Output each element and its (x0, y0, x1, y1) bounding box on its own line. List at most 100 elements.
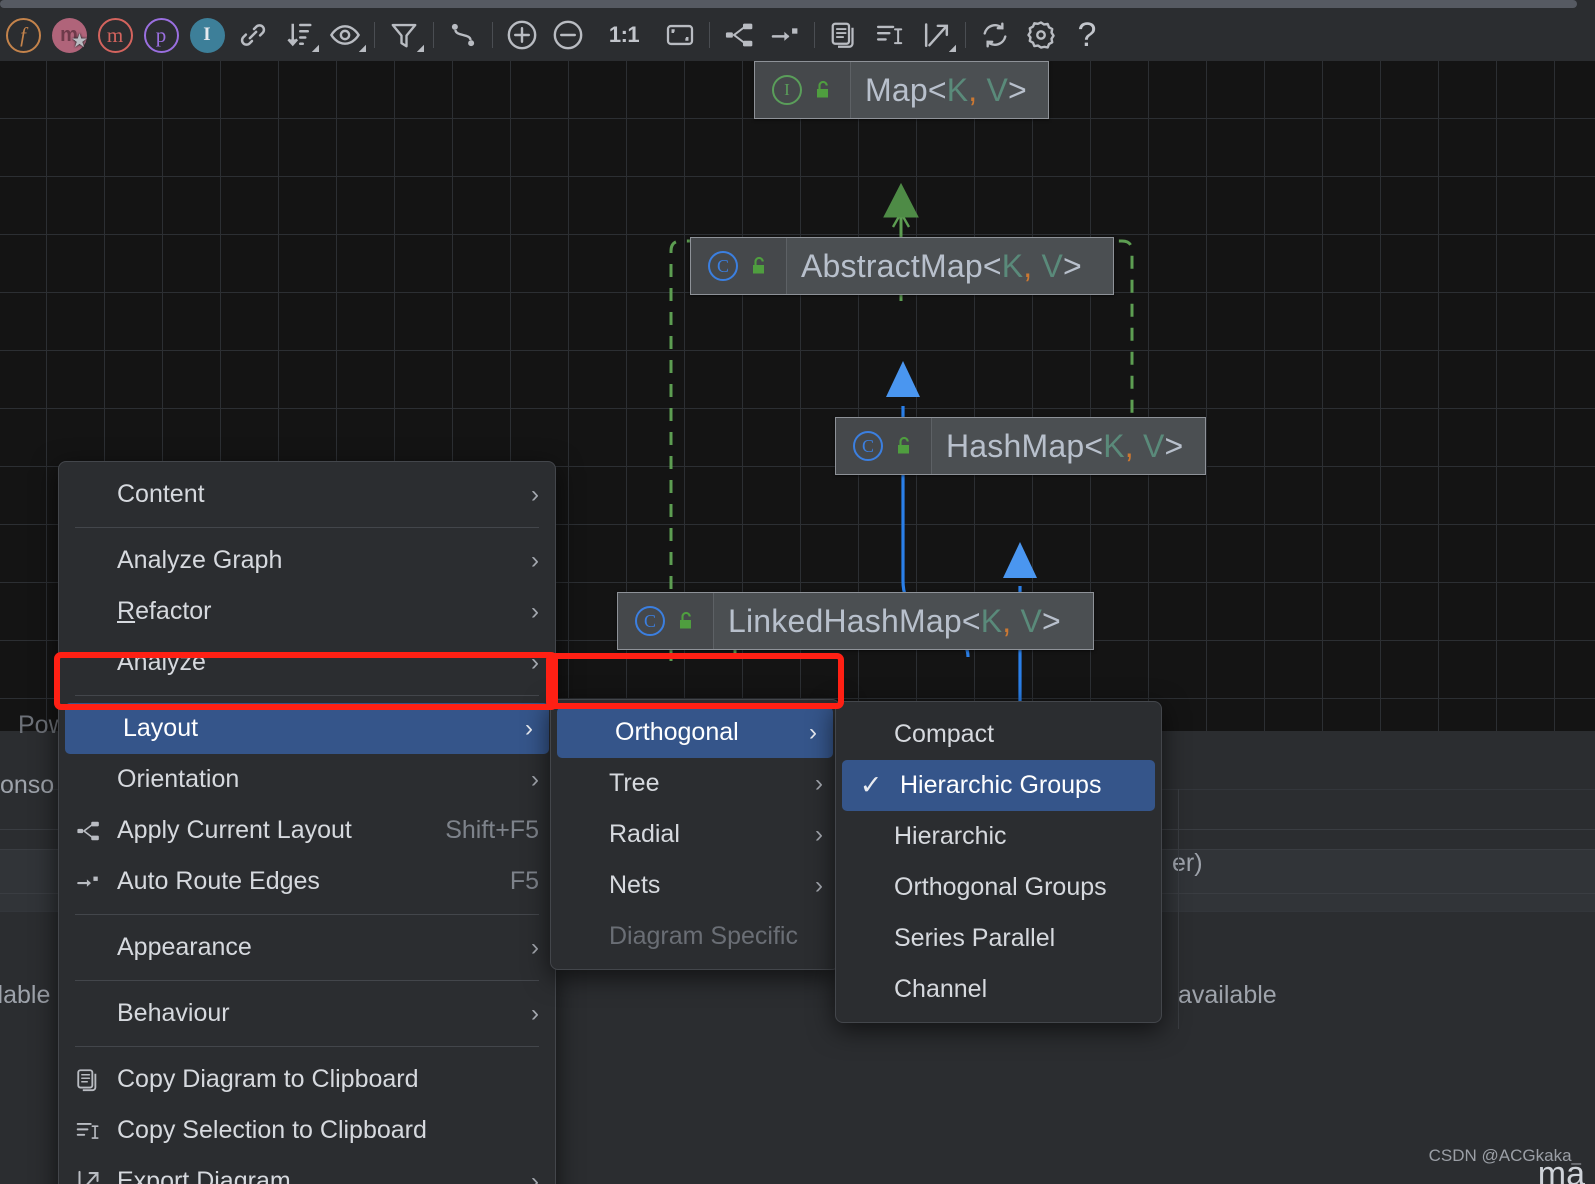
menu-item-label: Orthogonal (615, 718, 739, 746)
node-icons: C (691, 238, 787, 294)
menu-item-label: Nets (609, 871, 661, 899)
menu-item-shortcut: F5 (509, 867, 539, 895)
menu-item-refactor[interactable]: Refactor › (59, 586, 555, 637)
menu-item-hierarchic[interactable]: Hierarchic (836, 811, 1161, 862)
refresh-icon[interactable] (972, 12, 1018, 58)
node-label: LinkedHashMap<K, V> (728, 602, 1061, 639)
bookmark-favorite-icon[interactable]: m ★ (46, 12, 92, 58)
chevron-right-icon: › (809, 718, 817, 746)
diagram-node-linkedhashmap[interactable]: C LinkedHashMap<K, V> (617, 592, 1094, 650)
horizontal-scrollbar[interactable] (0, 0, 1595, 9)
link-icon[interactable] (230, 12, 276, 58)
menu-item-hierarchic-groups[interactable]: ✓ Hierarchic Groups (842, 760, 1155, 811)
menu-item-label: Series Parallel (894, 924, 1056, 952)
chevron-right-icon: › (815, 820, 823, 848)
unlock-icon (898, 436, 909, 454)
menu-item-apply-current-layout[interactable]: Apply Current Layout Shift+F5 (59, 805, 555, 856)
menu-item-label: Orthogonal Groups (894, 873, 1107, 901)
diagram-canvas[interactable]: Pow onso ilable er) available (0, 61, 1595, 1184)
apply-layout-icon (59, 818, 117, 844)
menu-item-compact[interactable]: Compact (836, 709, 1161, 760)
zoom-level-label: 1:1 (608, 22, 640, 47)
zoom-in-icon[interactable] (499, 12, 545, 58)
toolbar-separator (709, 22, 710, 48)
menu-item-label: Hierarchic (894, 822, 1007, 850)
menu-item-appearance[interactable]: Appearance › (59, 922, 555, 973)
chevron-right-icon: › (531, 933, 539, 961)
chevron-right-icon: › (531, 597, 539, 625)
pocket-share-icon[interactable]: p (138, 12, 184, 58)
menu-item-copy-diagram-to-clipboard[interactable]: Copy Diagram to Clipboard (59, 1054, 555, 1105)
toolbar-separator (492, 22, 493, 48)
unlock-icon (753, 256, 764, 274)
auto-route-edges-icon[interactable] (762, 12, 808, 58)
sort-descending-icon[interactable] (276, 12, 322, 58)
menu-item-orthogonal[interactable]: Orthogonal › (557, 707, 833, 758)
toolbar-separator (433, 22, 434, 48)
menu-item-label: Tree (609, 769, 660, 797)
apply-current-layout-icon[interactable] (716, 12, 762, 58)
node-icons: C (618, 593, 714, 649)
scrollbar-thumb[interactable] (0, 0, 1577, 8)
chevron-right-icon: › (531, 648, 539, 676)
menu-item-behaviour[interactable]: Behaviour › (59, 988, 555, 1039)
menu-item-label: Copy Selection to Clipboard (117, 1116, 427, 1144)
chevron-right-icon: › (531, 999, 539, 1027)
show-visibility-icon[interactable] (322, 12, 368, 58)
diagram-context-menu[interactable]: Content › Analyze Graph › Refactor › Ana… (58, 461, 556, 1184)
menu-item-label: Refactor (117, 597, 212, 625)
orthogonal-submenu[interactable]: Compact ✓ Hierarchic Groups Hierarchic O… (835, 701, 1162, 1023)
zoom-out-icon[interactable] (545, 12, 591, 58)
menu-item-auto-route-edges[interactable]: Auto Route Edges F5 (59, 856, 555, 907)
toolbar-separator (814, 22, 815, 48)
menu-item-layout[interactable]: Layout › (65, 703, 549, 754)
menu-item-orthogonal-groups[interactable]: Orthogonal Groups (836, 862, 1161, 913)
export-diagram-icon (59, 1168, 117, 1184)
unlock-icon (680, 611, 691, 629)
menu-item-analyze-graph[interactable]: Analyze Graph › (59, 535, 555, 586)
interface-icon: I (772, 75, 802, 105)
class-icon: C (853, 431, 883, 461)
menu-item-nets[interactable]: Nets › (551, 860, 839, 911)
help-icon[interactable]: ? (1064, 12, 1110, 58)
node-icons: I (755, 62, 851, 118)
fit-content-icon[interactable] (657, 12, 703, 58)
menu-item-label: Compact (894, 720, 995, 748)
actual-size-button[interactable]: 1:1 (591, 12, 657, 58)
menu-item-content[interactable]: Content › (59, 469, 555, 520)
menu-separator (75, 1046, 539, 1047)
diagram-editor-window: f m ★ m p I 1:1 ? Pow onso lable er) ava… (0, 0, 1595, 1184)
menu-item-label: Behaviour (117, 999, 230, 1027)
menu-item-label: Analyze Graph (117, 546, 283, 574)
menu-item-radial[interactable]: Radial › (551, 809, 839, 860)
layout-submenu[interactable]: Orthogonal › Tree › Radial › Nets › Diag… (550, 699, 840, 970)
diagram-node-abstractmap[interactable]: C AbstractMap<K, V> (690, 237, 1114, 295)
menu-item-series-parallel[interactable]: Series Parallel (836, 913, 1161, 964)
menu-item-copy-selection-to-clipboard[interactable]: Copy Selection to Clipboard (59, 1105, 555, 1156)
chevron-right-icon: › (531, 1167, 539, 1184)
diagram-toolbar: f m ★ m p I 1:1 ? (0, 9, 1595, 61)
menu-item-label: Channel (894, 975, 988, 1003)
medium-share-icon[interactable]: m (92, 12, 138, 58)
menu-separator (75, 914, 539, 915)
unlock-icon (817, 80, 828, 98)
settings-gear-icon[interactable] (1018, 12, 1064, 58)
copy-diagram-icon (59, 1067, 117, 1093)
export-diagram-icon[interactable] (913, 12, 959, 58)
diagram-node-map[interactable]: I Map<K, V> (754, 61, 1049, 119)
toolbar-separator (965, 22, 966, 48)
class-icon: C (635, 606, 665, 636)
toolbar-separator (374, 22, 375, 48)
filter-icon[interactable] (381, 12, 427, 58)
menu-item-channel[interactable]: Channel (836, 964, 1161, 1015)
instapaper-share-icon[interactable]: I (184, 12, 230, 58)
facebook-share-icon[interactable]: f (0, 12, 46, 58)
menu-item-analyze[interactable]: Analyze › (59, 637, 555, 688)
copy-diagram-icon[interactable] (821, 12, 867, 58)
diagram-node-hashmap[interactable]: C HashMap<K, V> (835, 417, 1206, 475)
menu-item-export-diagram[interactable]: Export Diagram › (59, 1156, 555, 1184)
menu-item-orientation[interactable]: Orientation › (59, 754, 555, 805)
menu-item-tree[interactable]: Tree › (551, 758, 839, 809)
edge-style-icon[interactable] (440, 12, 486, 58)
copy-selection-icon[interactable] (867, 12, 913, 58)
